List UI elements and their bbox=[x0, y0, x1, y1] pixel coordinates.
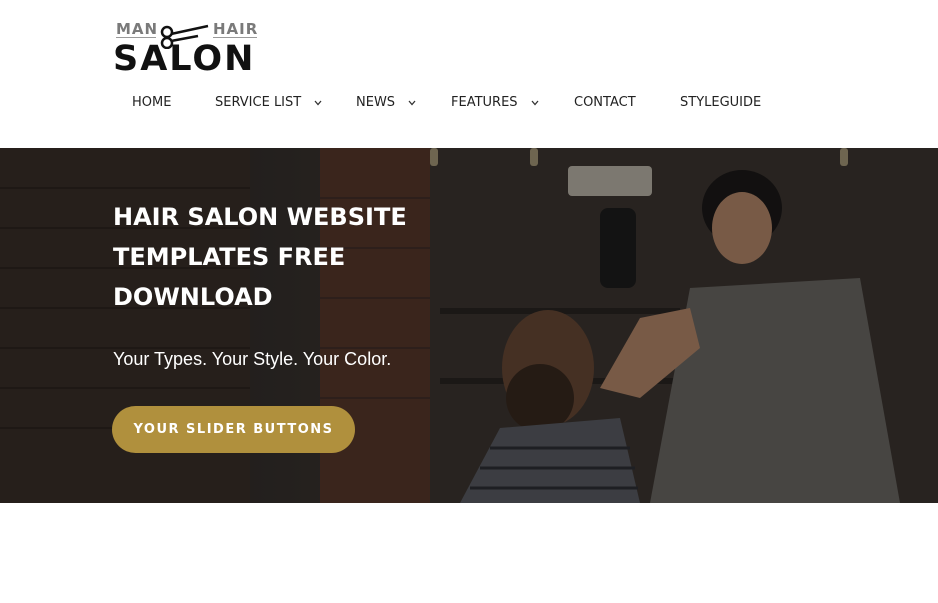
chevron-down-icon bbox=[531, 100, 539, 105]
logo[interactable]: MAN HAIR SALON bbox=[113, 18, 259, 78]
nav-item-label: FEATURES bbox=[451, 95, 518, 110]
chevron-down-icon bbox=[408, 100, 416, 105]
chevron-down-icon bbox=[314, 100, 322, 105]
logo-word-salon: SALON bbox=[113, 39, 256, 79]
page: MAN HAIR SALON HOME SERVICE LIST NEWS FE… bbox=[0, 0, 938, 603]
hero-slider: HAIR SALON WEBSITE TEMPLATES FREE DOWNLO… bbox=[0, 148, 938, 503]
logo-rule-right bbox=[213, 37, 257, 38]
logo-word-hair: HAIR bbox=[213, 20, 259, 38]
nav-item-home[interactable]: HOME bbox=[132, 88, 171, 118]
nav-item-label: SERVICE LIST bbox=[215, 95, 302, 110]
nav-item-news[interactable]: NEWS bbox=[356, 88, 416, 118]
hero-subtitle: Your Types. Your Style. Your Color. bbox=[113, 349, 392, 369]
hero-title-line: TEMPLATES FREE bbox=[113, 243, 346, 271]
nav-item-label: NEWS bbox=[356, 95, 396, 110]
nav-item-service-list[interactable]: SERVICE LIST bbox=[215, 88, 322, 118]
hero-title-line: HAIR SALON WEBSITE bbox=[113, 203, 407, 231]
nav-item-features[interactable]: FEATURES bbox=[451, 88, 539, 118]
nav-item-label: HOME bbox=[132, 95, 172, 110]
nav-item-label: STYLEGUIDE bbox=[680, 95, 762, 110]
logo-word-man: MAN bbox=[116, 20, 159, 38]
site-header: MAN HAIR SALON HOME SERVICE LIST NEWS FE… bbox=[0, 0, 938, 148]
nav-item-styleguide[interactable]: STYLEGUIDE bbox=[680, 88, 761, 118]
nav-item-label: CONTACT bbox=[574, 95, 636, 110]
slider-button[interactable]: YOUR SLIDER BUTTONS bbox=[112, 406, 355, 453]
hero-title: HAIR SALON WEBSITE TEMPLATES FREE DOWNLO… bbox=[113, 197, 433, 317]
hero-title-line: DOWNLOAD bbox=[113, 283, 273, 311]
logo-rule-left bbox=[116, 37, 156, 38]
nav-item-contact[interactable]: CONTACT bbox=[574, 88, 636, 118]
